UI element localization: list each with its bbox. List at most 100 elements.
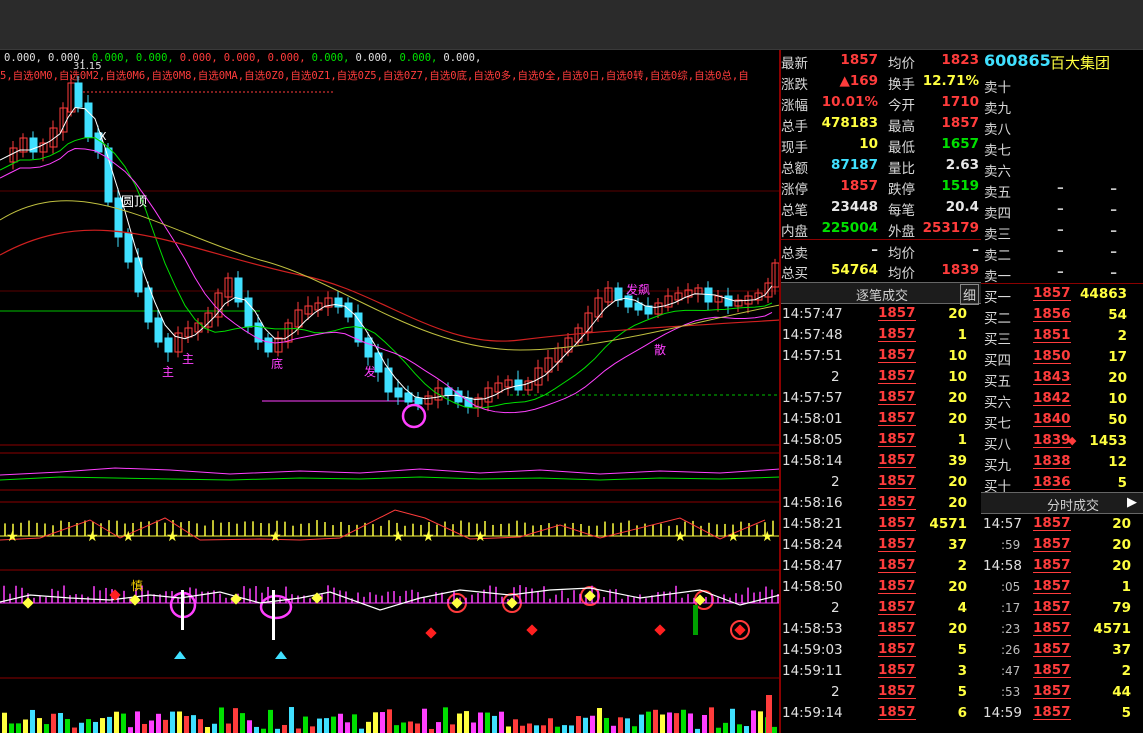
table-row[interactable]: 14:57:48 1857 1 [781,325,979,346]
order-book-row[interactable]: 买八 1839 1453 ◆ [981,431,1143,453]
tab-trades[interactable]: 逐笔成交 [856,285,908,304]
quote-row: 总额 87187 量比 2.63 [781,155,981,177]
level-volume: – [1110,244,1117,260]
ticks-tab-bar[interactable]: 分时成交 ▶ [981,492,1143,514]
table-row[interactable]: :59 1857 20 [981,535,1143,556]
table-row[interactable]: 14:57:47 1857 20 [781,304,979,325]
order-book-row[interactable]: 卖二 – – [981,242,1143,264]
quote-value: 10.01% [821,94,878,110]
order-book-row[interactable]: 卖八 [981,116,1143,138]
table-row[interactable]: 2 1857 20 [781,472,979,493]
trade-time: 2 [831,369,840,385]
tick-price: 1857 [1033,557,1071,573]
trades-list[interactable]: 14:57:47 1857 20 14:57:48 1857 1 14:57:51 1857 1… [781,304,981,733]
order-book-row[interactable]: 买二 1856 54 [981,305,1143,327]
table-row[interactable]: 14:58:01 1857 20 [781,409,979,430]
next-arrow-icon[interactable]: ▶ [1127,495,1137,510]
order-book-row[interactable]: 卖五 – – [981,179,1143,201]
trade-price: 1857 [878,326,916,342]
san-label: 散 [654,343,667,357]
level-price: 1838 [1033,453,1071,469]
table-row[interactable]: 14:57:51 1857 10 [781,346,979,367]
table-row[interactable]: 14:57 1857 20 [981,514,1143,535]
table-row[interactable]: 14:58:14 1857 39 [781,451,979,472]
table-row[interactable]: 2 1857 4 [781,598,979,619]
level-label: 卖十 [984,80,1011,96]
level-label: 买五 [984,374,1011,390]
table-row[interactable]: 2 1857 10 [781,367,979,388]
table-row[interactable]: :23 1857 4571 [981,619,1143,640]
level-label: 卖八 [984,122,1011,138]
trades-tab-bar[interactable]: 逐笔成交 细 [781,282,981,305]
order-book-row[interactable]: 卖十 [981,74,1143,96]
table-row[interactable]: 14:59:11 1857 3 [781,661,979,682]
trade-time: 14:57:57 [782,390,843,406]
table-row[interactable]: 14:58:24 1857 37 [781,535,979,556]
trade-price: 1857 [878,305,916,321]
volume-bar [737,724,742,733]
table-row[interactable]: 14:58:53 1857 20 [781,619,979,640]
table-row[interactable]: 14:58:47 1857 2 [781,556,979,577]
order-book-row[interactable]: 买六 1842 10 [981,389,1143,411]
table-row[interactable]: 14:59:14 1857 6 [781,703,979,724]
order-book-row[interactable]: 卖六 [981,158,1143,180]
table-row[interactable]: 14:57:57 1857 20 [781,388,979,409]
order-book-row[interactable]: 卖九 [981,95,1143,117]
tab-ticks[interactable]: 分时成交 [1047,495,1099,514]
table-row[interactable]: :53 1857 44 [981,682,1143,703]
star-marker: ★ [761,529,774,545]
table-row[interactable]: 2 1857 5 [781,682,979,703]
quote-row: 总手 478183 最高 1857 [781,113,981,135]
quote-value: 1519 [941,178,979,194]
volume-bar [128,727,133,733]
order-book-row[interactable]: 买五 1843 20 [981,368,1143,390]
level-price: 1840 [1033,411,1071,427]
kline-chart-area[interactable]: 0.000, 0.000, 0.000, 0.000, 0.000, 0.000, 0.00… [0,50,780,733]
table-row[interactable]: 14:59:03 1857 5 [781,640,979,661]
detail-button[interactable]: 细 [960,284,980,305]
order-book-row[interactable]: 卖三 – – [981,221,1143,243]
level-label: 卖七 [984,143,1011,159]
order-book-row[interactable]: 买一 1857 44863 [981,284,1143,306]
ticks-list[interactable]: 14:57 1857 20:59 1857 20 14:58 1857 20:05 1857 1:… [981,514,1143,733]
table-row[interactable]: 14:58:05 1857 1 [781,430,979,451]
table-row[interactable]: 14:58:16 1857 20 [781,493,979,514]
order-book-row[interactable]: 买七 1840 50 [981,410,1143,432]
order-book-row[interactable]: 买三 1851 2 [981,326,1143,348]
star-marker: ★ [674,529,687,545]
order-book-row[interactable]: 卖七 [981,137,1143,159]
volume-bar [275,728,280,733]
volume-bar [240,713,245,733]
level-volume: 10 [1108,391,1127,407]
table-row[interactable]: :17 1857 79 [981,598,1143,619]
level-price: 1850 [1033,348,1071,364]
table-row[interactable]: 14:59 1857 5 [981,703,1143,724]
level-label: 买八 [984,437,1011,453]
trade-volume: 10 [948,369,967,385]
trade-price: 1857 [878,599,916,615]
table-row[interactable]: 14:58:50 1857 20 [781,577,979,598]
stock-code: 600865 [984,51,1051,70]
volume-bar [457,713,462,733]
table-row[interactable]: :47 1857 2 [981,661,1143,682]
table-row[interactable]: :26 1857 37 [981,640,1143,661]
quote-label: 最新 [781,56,808,72]
table-row[interactable]: 14:58 1857 20 [981,556,1143,577]
volume-bar [44,724,49,733]
order-book-row[interactable]: 卖四 – – [981,200,1143,222]
order-book-row[interactable]: 买十 1836 5 [981,473,1143,495]
trade-time: 14:59:03 [782,642,843,658]
candlestick-chart[interactable]: ★ ★ ★ ★ ★ ★ ★ ★ ★ ★ ★ [0,50,780,733]
zhu-label-2: 主 [182,352,195,366]
order-book-row[interactable]: 买九 1838 12 [981,452,1143,474]
order-book-row[interactable]: 卖一 – – [981,263,1143,285]
table-row[interactable]: :05 1857 1 [981,577,1143,598]
level-price: 1842 [1033,390,1071,406]
table-row[interactable]: 14:58:21 1857 4571 [781,514,979,535]
order-book-row[interactable]: 买四 1850 17 [981,347,1143,369]
volume-bar [156,713,161,733]
candle-body [264,337,273,353]
trade-volume: 20 [948,495,967,511]
level-label: 卖四 [984,206,1011,222]
quote-label: 总笔 [781,203,808,219]
